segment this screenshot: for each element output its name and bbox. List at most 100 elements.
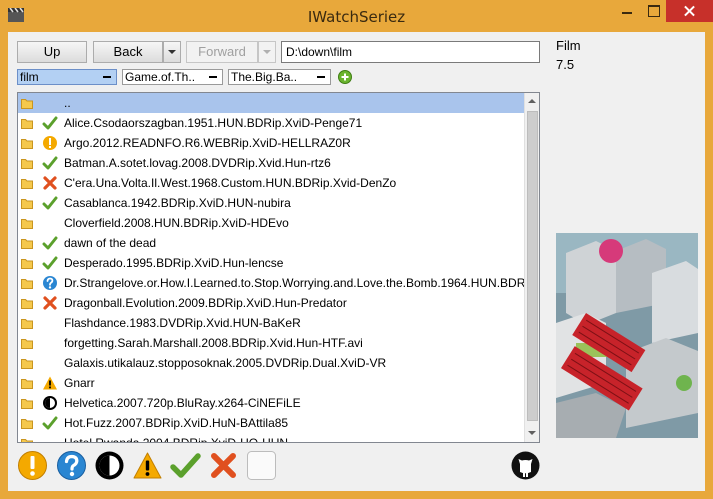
close-button[interactable]: [666, 0, 713, 22]
forward-button[interactable]: Forward: [186, 41, 258, 63]
add-filter-icon[interactable]: [338, 70, 352, 84]
folder-icon: [21, 159, 33, 169]
file-name: Galaxis.utikalauz.stopposoknak.2005.DVDR…: [64, 356, 387, 370]
back-history-dropdown[interactable]: [163, 41, 181, 63]
remove-filter-icon[interactable]: [317, 76, 325, 78]
half-circle-icon: [43, 396, 57, 410]
folder-icon: [21, 379, 33, 389]
clear-status-button[interactable]: [246, 450, 277, 481]
forward-history-dropdown[interactable]: [258, 41, 276, 63]
folder-icon: [21, 219, 33, 229]
vertical-scrollbar[interactable]: [524, 93, 539, 442]
file-row[interactable]: Argo.2012.READNFO.R6.WEBRip.XviD-HELLRAZ…: [18, 133, 524, 153]
file-row[interactable]: Alice.Csodaorszagban.1951.HUN.BDRip.XviD…: [18, 113, 524, 133]
file-row[interactable]: Batman.A.sotet.lovag.2008.DVDRip.Xvid.Hu…: [18, 153, 524, 173]
filter-tab-game-of-thrones[interactable]: Game.of.Th..: [122, 69, 223, 85]
file-row[interactable]: forgetting.Sarah.Marshall.2008.BDRip.Xvi…: [18, 333, 524, 353]
filter-label: Game.of.Th..: [125, 70, 196, 84]
folder-icon: [21, 399, 33, 409]
title-bar: IWatchSeriez: [0, 0, 713, 32]
maximize-button[interactable]: [640, 0, 666, 22]
mark-warning-button[interactable]: [132, 450, 163, 481]
file-row[interactable]: Desperado.1995.BDRip.XviD.Hun-lencse: [18, 253, 524, 273]
file-name: Hotel.Rwanda.2004.BDRip.XviD-HQ-HUN: [64, 436, 288, 442]
file-name: Dr.Strangelove.or.How.I.Learned.to.Stop.…: [64, 276, 524, 290]
checkmark-icon: [42, 416, 58, 430]
file-row[interactable]: dawn of the dead: [18, 233, 524, 253]
folder-icon: [21, 99, 33, 109]
checkmark-icon: [42, 256, 58, 270]
folder-icon: [21, 259, 33, 269]
file-name: Batman.A.sotet.lovag.2008.DVDRip.Xvid.Hu…: [64, 156, 331, 170]
file-name: C'era.Una.Volta.Il.West.1968.Custom.HUN.…: [64, 176, 397, 190]
file-name: Cloverfield.2008.HUN.BDRip.XviD-HDEvo: [64, 216, 289, 230]
file-name: Alice.Csodaorszagban.1951.HUN.BDRip.XviD…: [64, 116, 363, 130]
github-button[interactable]: [510, 450, 541, 481]
folder-icon: [21, 419, 33, 429]
back-button[interactable]: Back: [93, 41, 163, 63]
folder-icon: [21, 239, 33, 249]
mark-half-watched-button[interactable]: [94, 450, 125, 481]
file-row[interactable]: Hot.Fuzz.2007.BDRip.XviD.HuN-BAttila85: [18, 413, 524, 433]
file-row[interactable]: Hotel.Rwanda.2004.BDRip.XviD-HQ-HUN: [18, 433, 524, 442]
checkmark-icon: [42, 116, 58, 130]
file-row[interactable]: Gnarr: [18, 373, 524, 393]
file-row[interactable]: Dr.Strangelove.or.How.I.Learned.to.Stop.…: [18, 273, 524, 293]
file-name: Flashdance.1983.DVDRip.Xvid.HUN-BaKeR: [64, 316, 301, 330]
mark-watched-button[interactable]: [170, 450, 201, 481]
checkmark-icon: [42, 236, 58, 250]
window-border-bottom: [0, 491, 713, 499]
path-input[interactable]: [281, 41, 540, 63]
window-border-left: [0, 32, 8, 491]
cross-icon: [43, 296, 57, 310]
scrollbar-thumb[interactable]: [527, 111, 538, 421]
checkmark-icon: [42, 156, 58, 170]
folder-icon: [21, 139, 33, 149]
file-row[interactable]: Cloverfield.2008.HUN.BDRip.XviD-HDEvo: [18, 213, 524, 233]
mark-question-button[interactable]: [56, 450, 87, 481]
folder-icon: [21, 439, 33, 442]
file-row[interactable]: Helvetica.2007.720p.BluRay.x264-CiNEFiLE: [18, 393, 524, 413]
file-row[interactable]: Dragonball.Evolution.2009.BDRip.XviD.Hun…: [18, 293, 524, 313]
minimize-button[interactable]: [614, 0, 640, 22]
file-row[interactable]: Flashdance.1983.DVDRip.Xvid.HUN-BaKeR: [18, 313, 524, 333]
info-rating: 7.5: [556, 57, 575, 72]
warning-icon: [43, 376, 57, 390]
cross-icon: [43, 176, 57, 190]
folder-icon: [21, 339, 33, 349]
file-row[interactable]: Casablanca.1942.BDRip.XviD.HUN-nubira: [18, 193, 524, 213]
exclamation-icon: [43, 136, 57, 150]
up-button[interactable]: Up: [17, 41, 87, 63]
remove-filter-icon[interactable]: [103, 76, 111, 78]
folder-icon: [21, 319, 33, 329]
file-list-rows: .. Alice.Csodaorszagban.1951.HUN.BDRip.Xv…: [18, 93, 524, 442]
file-name: Helvetica.2007.720p.BluRay.x264-CiNEFiLE: [64, 396, 301, 410]
filter-tab-big-bang[interactable]: The.Big.Ba..: [228, 69, 331, 85]
file-row[interactable]: Galaxis.utikalauz.stopposoknak.2005.DVDR…: [18, 353, 524, 373]
remove-filter-icon[interactable]: [209, 76, 217, 78]
mark-rejected-button[interactable]: [208, 450, 239, 481]
folder-icon: [21, 279, 33, 289]
file-name: Desperado.1995.BDRip.XviD.Hun-lencse: [64, 256, 284, 270]
file-row[interactable]: ..: [18, 93, 524, 113]
file-name: Casablanca.1942.BDRip.XviD.HUN-nubira: [64, 196, 291, 210]
filter-label: The.Big.Ba..: [231, 70, 298, 84]
folder-icon: [21, 119, 33, 129]
window-border-right: [705, 32, 713, 491]
scroll-up-button[interactable]: [525, 93, 539, 110]
info-title: Film: [556, 38, 581, 53]
folder-icon: [21, 299, 33, 309]
filter-label: film: [20, 70, 39, 84]
file-name: Hot.Fuzz.2007.BDRip.XviD.HuN-BAttila85: [64, 416, 289, 430]
folder-icon: [21, 199, 33, 209]
folder-icon: [21, 179, 33, 189]
file-list[interactable]: .. Alice.Csodaorszagban.1951.HUN.BDRip.Xv…: [17, 92, 540, 443]
file-name: Dragonball.Evolution.2009.BDRip.XviD.Hun…: [64, 296, 347, 310]
filter-tab-film[interactable]: film: [17, 69, 117, 85]
file-name: ..: [64, 96, 71, 110]
checkmark-icon: [42, 196, 58, 210]
mark-exclamation-button[interactable]: [17, 450, 48, 481]
file-row[interactable]: C'era.Una.Volta.Il.West.1968.Custom.HUN.…: [18, 173, 524, 193]
scroll-down-button[interactable]: [525, 425, 539, 442]
window-title: IWatchSeriez: [307, 8, 406, 26]
